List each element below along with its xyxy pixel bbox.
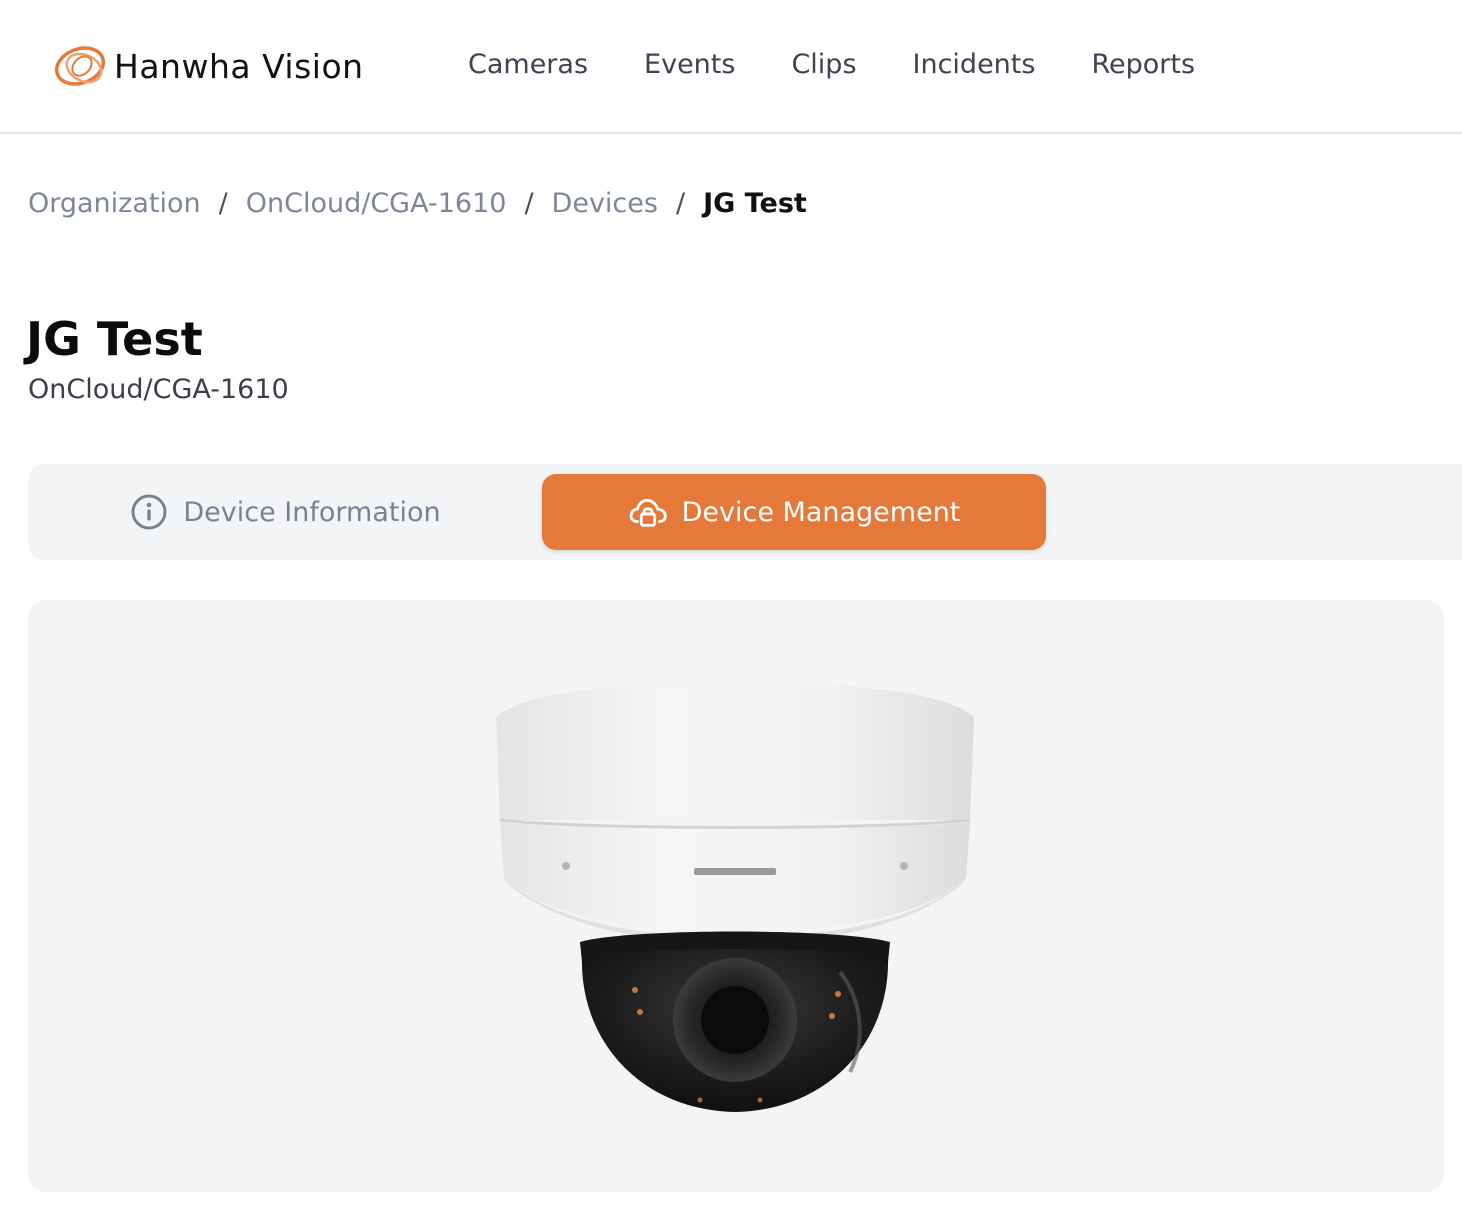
- main-nav: Cameras Events Clips Incidents Reports: [468, 42, 1251, 86]
- logo-text: Hanwha Vision: [114, 46, 364, 86]
- breadcrumb: Organization / OnCloud/CGA-1610 / Device…: [28, 188, 807, 219]
- breadcrumb-current: JG Test: [703, 188, 807, 219]
- nav-incidents[interactable]: Incidents: [913, 49, 1036, 80]
- hanwha-logo-mark-icon: [54, 46, 106, 86]
- nav-cameras[interactable]: Cameras: [468, 49, 588, 80]
- breadcrumb-oncloud[interactable]: OnCloud/CGA-1610: [246, 188, 507, 219]
- breadcrumb-separator: /: [218, 188, 228, 219]
- breadcrumb-organization[interactable]: Organization: [28, 188, 201, 219]
- tab-label: Device Management: [681, 496, 961, 528]
- breadcrumb-separator: /: [675, 188, 686, 219]
- info-icon: [129, 492, 169, 532]
- tab-label: Device Information: [183, 496, 441, 528]
- tab-device-management[interactable]: Device Management: [542, 474, 1046, 550]
- dome-camera-image: [496, 682, 974, 1112]
- nav-reports[interactable]: Reports: [1091, 49, 1195, 80]
- page-title: JG Test: [26, 312, 203, 366]
- cloud-lock-icon: [628, 492, 668, 532]
- tab-device-information[interactable]: Device Information: [28, 474, 542, 550]
- top-header: Hanwha Vision Cameras Events Clips Incid…: [0, 0, 1462, 134]
- breadcrumb-devices[interactable]: Devices: [552, 188, 658, 219]
- device-image-panel: [28, 600, 1444, 1192]
- device-tabs: Device Information Device Management: [28, 464, 1462, 560]
- page-subtitle: OnCloud/CGA-1610: [28, 374, 289, 405]
- breadcrumb-separator: /: [524, 188, 534, 219]
- hanwha-vision-logo[interactable]: Hanwha Vision: [52, 36, 364, 96]
- nav-events[interactable]: Events: [644, 49, 735, 80]
- nav-clips[interactable]: Clips: [791, 49, 856, 80]
